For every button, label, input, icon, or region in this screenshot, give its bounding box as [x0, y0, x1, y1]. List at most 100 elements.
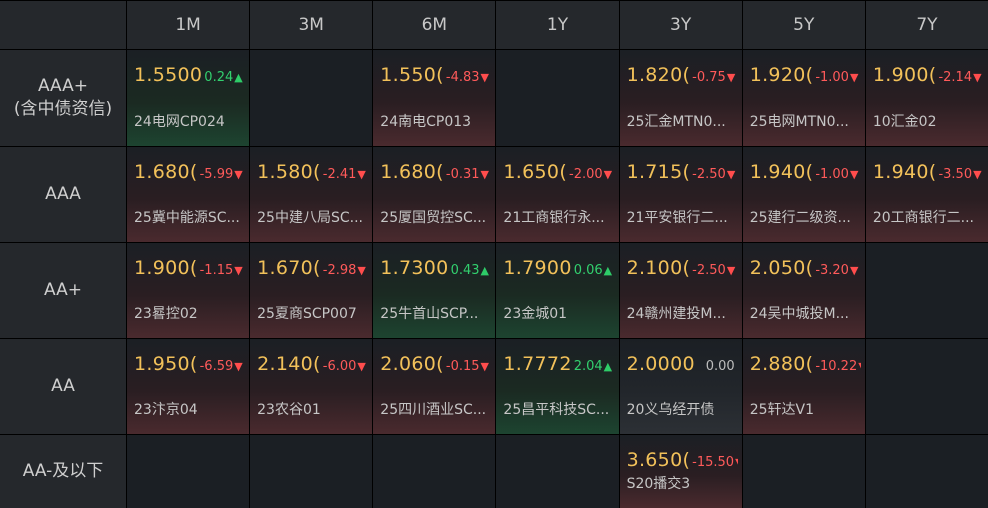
quote-line: 2.050(-3.20 ▼ [750, 257, 861, 279]
yield-change: 0.00 [705, 359, 735, 374]
bond-name: 21平安银行二... [626, 210, 728, 226]
yield-change: -2.98 [322, 263, 357, 278]
yield-change: 2.04 [573, 359, 603, 374]
bond-name: 20工商银行二... [872, 210, 975, 226]
arrow-down-icon: ▼ [234, 168, 243, 181]
yield-change: -2.50 [692, 167, 726, 182]
arrow-down-icon: ▼ [973, 71, 982, 84]
bond-quote-cell[interactable]: 1.7772 2.04 ▲ 25昌平科技SC... [496, 339, 619, 434]
yield-change: -2.41 [322, 167, 357, 182]
arrow-up-icon: ▲ [603, 264, 613, 277]
yield-change: -6.00 [322, 359, 357, 374]
bond-quote-cell[interactable]: 1.680(-0.31 ▼ 25厦国贸控SC... [373, 147, 496, 242]
bond-quote-cell[interactable]: 3.650(-15.50▼ S20播交3 [619, 435, 742, 508]
column-header-7y[interactable]: 7Y [865, 1, 988, 49]
bond-yield: 1.900( [134, 257, 198, 279]
bond-yield: 3.650( [626, 449, 691, 471]
bond-yield: 1.940( [872, 161, 937, 183]
bond-name: 23农谷01 [257, 402, 321, 418]
yield-change: -3.50 [938, 167, 973, 182]
quote-line: 3.650(-15.50▼ [627, 449, 738, 471]
bond-quote-cell[interactable]: 1.7300 0.43 ▲ 25牛首山SCP... [373, 243, 496, 338]
matrix-cell-empty [127, 435, 250, 508]
quote-line: 2.140(-6.00 ▼ [257, 353, 368, 375]
yield-change: -0.15 [445, 359, 480, 374]
bond-quote-cell[interactable]: 1.900(-1.15 ▼ 23晷控02 [127, 243, 250, 338]
quote-line: 1.900(-2.14 ▼ [873, 64, 984, 86]
bond-name: 25冀中能源SC... [134, 210, 240, 226]
yield-change: -15.50 [692, 455, 735, 470]
matrix-cell-empty [865, 243, 988, 338]
bond-quote-cell[interactable]: 1.680(-5.99 ▼ 25冀中能源SC... [127, 147, 250, 242]
column-header-1m[interactable]: 1M [127, 1, 250, 49]
bond-name: 24电网CP024 [134, 114, 225, 130]
column-header-5y[interactable]: 5Y [742, 1, 865, 49]
row-label-rating: AA [0, 339, 126, 434]
bond-name: S20播交3 [626, 476, 691, 492]
bond-yield: 1.940( [749, 161, 814, 183]
arrow-down-icon: ▼ [603, 168, 613, 181]
arrow-down-icon: ▼ [726, 71, 736, 84]
yield-change: -4.83 [445, 70, 480, 85]
bond-quote-cell[interactable]: 1.5500 0.24 ▲ 24电网CP024 [127, 50, 250, 146]
bond-quote-cell[interactable]: 2.100(-2.50 ▼ 24赣州建投M... [619, 243, 742, 338]
arrow-down-icon: ▼ [357, 168, 366, 181]
quote-line: 1.950(-6.59 ▼ [134, 353, 245, 375]
arrow-down-icon: ▼ [480, 360, 489, 373]
bond-quote-cell[interactable]: 1.550(-4.83 ▼ 24南电CP013 [373, 50, 496, 146]
bond-quote-cell[interactable]: 1.580(-2.41 ▼ 25中建八局SC... [250, 147, 373, 242]
quote-line: 1.820(-0.75 ▼ [627, 64, 738, 86]
bond-quote-cell[interactable]: 1.950(-6.59 ▼ 23汴京04 [127, 339, 250, 434]
bond-yield: 2.140( [257, 353, 321, 375]
quote-line: 2.100(-2.50 ▼ [627, 257, 738, 279]
bond-quote-cell[interactable]: 1.7900 0.06 ▲ 23金城01 [496, 243, 619, 338]
bond-name: 24赣州建投M... [626, 306, 726, 322]
bond-quote-cell[interactable]: 2.140(-6.00 ▼ 23农谷01 [250, 339, 373, 434]
bond-quote-cell[interactable]: 2.050(-3.20 ▼ 24吴中城投M... [742, 243, 865, 338]
bond-quote-cell[interactable]: 1.650(-2.00 ▼ 21工商银行永... [496, 147, 619, 242]
bond-quote-cell[interactable]: 1.820(-0.75 ▼ 25汇金MTN0... [619, 50, 742, 146]
quote-line: 1.940(-1.00 ▼ [750, 161, 861, 183]
bond-yield: 1.670( [257, 257, 321, 279]
yield-matrix: 1M 3M 6M 1Y 3Y 5Y 7Y AAA+ (含中债资信) 1.5500 0.24 ▲ 24电… [0, 0, 988, 508]
bond-quote-cell[interactable]: 1.900(-2.14 ▼ 10汇金02 [865, 50, 988, 146]
arrow-down-icon: ▼ [973, 168, 982, 181]
matrix-cell-empty [250, 50, 373, 146]
bond-name: 25建行二级资... [749, 210, 851, 226]
bond-quote-cell[interactable]: 1.940(-3.50 ▼ 20工商银行二... [865, 147, 988, 242]
bond-name: 10汇金02 [872, 114, 937, 130]
matrix-cell-empty [742, 435, 865, 508]
bond-name: 25四川酒业SC... [380, 402, 487, 418]
column-header-1y[interactable]: 1Y [496, 1, 619, 49]
yield-change: -1.15 [199, 263, 234, 278]
row-label-rating: AA+ [0, 243, 126, 338]
column-header-6m[interactable]: 6M [373, 1, 496, 49]
quote-line: 1.7772 2.04 ▲ [503, 353, 614, 375]
row-label-rating: AAA [0, 147, 126, 242]
arrow-down-icon: ▼ [849, 264, 859, 277]
arrow-down-icon: ▼ [735, 456, 738, 469]
arrow-down-icon: ▼ [234, 264, 243, 277]
arrow-up-icon: ▲ [603, 360, 613, 373]
arrow-down-icon: ▼ [357, 360, 366, 373]
matrix-corner [0, 1, 126, 49]
bond-quote-cell[interactable]: 2.060(-0.15 ▼ 25四川酒业SC... [373, 339, 496, 434]
bond-quote-cell[interactable]: 1.940(-1.00 ▼ 25建行二级资... [742, 147, 865, 242]
bond-name: 25汇金MTN0... [626, 114, 726, 130]
column-header-3m[interactable]: 3M [250, 1, 373, 49]
bond-quote-cell[interactable]: 1.670(-2.98 ▼ 25夏商SCP007 [250, 243, 373, 338]
bond-quote-cell[interactable]: 1.715(-2.50 ▼ 21平安银行二... [619, 147, 742, 242]
bond-quote-cell[interactable]: 2.880(-10.22▼ 25轩达V1 [742, 339, 865, 434]
arrow-down-icon: ▼ [234, 360, 243, 373]
quote-line: 1.7300 0.43 ▲ [380, 257, 491, 279]
matrix-cell-empty [373, 435, 496, 508]
bond-yield: 2.880( [749, 353, 814, 375]
matrix-cell-empty [496, 435, 619, 508]
column-header-3y[interactable]: 3Y [619, 1, 742, 49]
bond-quote-cell[interactable]: 1.920(-1.00 ▼ 25电网MTN0... [742, 50, 865, 146]
bond-name: 25厦国贸控SC... [380, 210, 487, 226]
bond-yield: 1.7772 [503, 353, 572, 375]
quote-line: 1.650(-2.00 ▼ [503, 161, 614, 183]
bond-name: 25牛首山SCP... [380, 306, 479, 322]
bond-quote-cell[interactable]: 2.0000 0.00 20义乌经开债 [619, 339, 742, 434]
